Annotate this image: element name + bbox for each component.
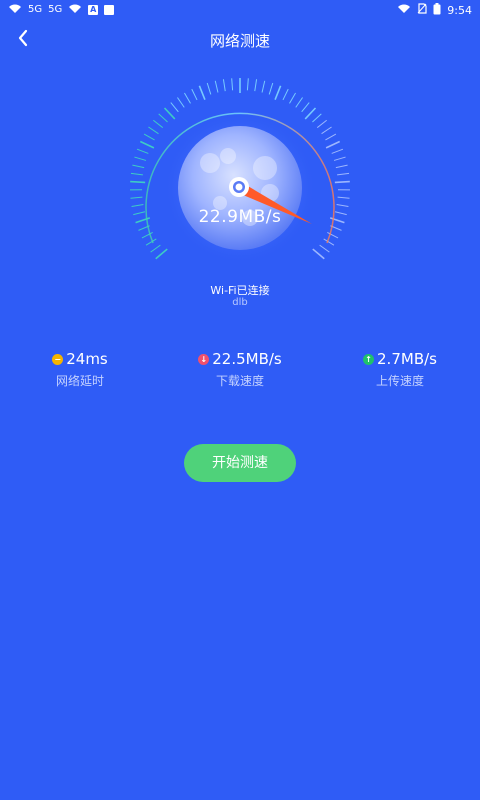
gauge-tick [191, 88, 198, 101]
gauge-tick [130, 180, 146, 184]
wifi-ssid: dlb [232, 297, 248, 308]
gauge-tick [304, 107, 317, 120]
gauge-tick [325, 133, 337, 141]
wifi-icon [8, 4, 22, 17]
download-label: 下载速度 [215, 374, 264, 388]
gauge-tick [198, 85, 206, 101]
wifi-status: Wi-Fi已连接 [210, 284, 270, 297]
gauge-tick [282, 88, 289, 101]
clock: 9:54 [447, 3, 472, 17]
gauge-tick [312, 113, 322, 123]
start-test-button[interactable]: 开始测速 [184, 444, 296, 482]
arrow-up-circle-icon: ↑ [363, 353, 375, 365]
gauge-tick [301, 102, 310, 113]
gauge-tick [177, 97, 185, 108]
gauge-tick [153, 119, 164, 129]
gauge-tick [321, 126, 332, 135]
gauge-tick [222, 79, 226, 92]
gauge-tick [331, 148, 344, 154]
gauge-tick [333, 156, 346, 161]
gauge-tick [184, 92, 191, 104]
gauge-tick [132, 164, 145, 169]
speed-gauge [130, 78, 350, 264]
no-sim-icon [417, 3, 427, 17]
gauge-tick [316, 119, 327, 129]
gauge-tick [261, 80, 266, 93]
gauge-tick [139, 140, 155, 149]
stat-upload: ↑ 2.7MB/s 上传速度 [320, 350, 480, 389]
gauge-tick [148, 126, 159, 135]
gauge-tick [155, 248, 168, 260]
gauge-tick [150, 244, 161, 253]
status-bar: 5G 5G A 9:54 [0, 0, 480, 20]
gauge-tick [254, 79, 258, 92]
gauge-tick [231, 78, 234, 91]
gauge-tick [130, 172, 143, 176]
gauge-tick [335, 164, 348, 169]
speed-stats: − 24ms 网络延时 ↓ 22.5MB/s 下载速度 ↑ 2.7MB/s 上传… [0, 350, 480, 390]
upload-value: 2.7MB/s [377, 350, 437, 368]
gauge-tick [295, 97, 303, 108]
gauge-tick [274, 85, 282, 101]
status-bar-left: 5G 5G A [8, 4, 115, 17]
needle-hub-core [235, 183, 243, 191]
gauge-tick [337, 196, 350, 199]
gauge-tick [337, 172, 350, 176]
status-bar-right: 9:54 [397, 2, 472, 18]
gauge-tick [134, 156, 147, 161]
gauge-tick [130, 196, 143, 199]
wifi-signal-icon [397, 4, 411, 17]
gauge-tick [246, 78, 249, 91]
gauge-tick [312, 248, 325, 260]
upload-label: 上传速度 [375, 374, 424, 388]
stat-latency: − 24ms 网络延时 [0, 350, 160, 389]
gauge-tick [158, 113, 168, 123]
stat-download: ↓ 22.5MB/s 下载速度 [160, 350, 320, 389]
gauge-tick [319, 244, 330, 253]
stat-upload-value-row: ↑ 2.7MB/s [320, 350, 480, 368]
gauge-tick [334, 180, 350, 184]
page-title: 网络测速 [209, 32, 270, 50]
gauge-tick [170, 102, 179, 113]
arrow-down-circle-icon: ↓ [198, 353, 210, 365]
network-label-1: 5G [28, 4, 43, 15]
top-bar: 网络测速 [0, 20, 480, 60]
gauge-tick [268, 82, 274, 95]
gauge-tick [214, 80, 219, 93]
gauge-tick [325, 140, 341, 149]
minus-circle-icon: − [52, 353, 64, 365]
wifi-icon-secondary [68, 4, 82, 17]
battery-icon [433, 2, 441, 18]
download-value: 22.5MB/s [212, 350, 282, 368]
current-speed: 22.9MB/s [198, 207, 282, 227]
gauge-tick [206, 82, 212, 95]
notification-square-icon [104, 5, 115, 15]
gauge-tick [136, 148, 149, 154]
gauge-tick [289, 92, 296, 104]
network-label-2: 5G [48, 4, 63, 15]
gauge-tick [143, 133, 155, 141]
gauge-tick [163, 107, 176, 120]
app-notification-icon: A [88, 5, 99, 15]
latency-value: 24ms [66, 350, 108, 368]
stat-latency-value-row: − 24ms [0, 350, 160, 368]
latency-label: 网络延时 [55, 374, 104, 388]
stat-download-value-row: ↓ 22.5MB/s [160, 350, 320, 368]
